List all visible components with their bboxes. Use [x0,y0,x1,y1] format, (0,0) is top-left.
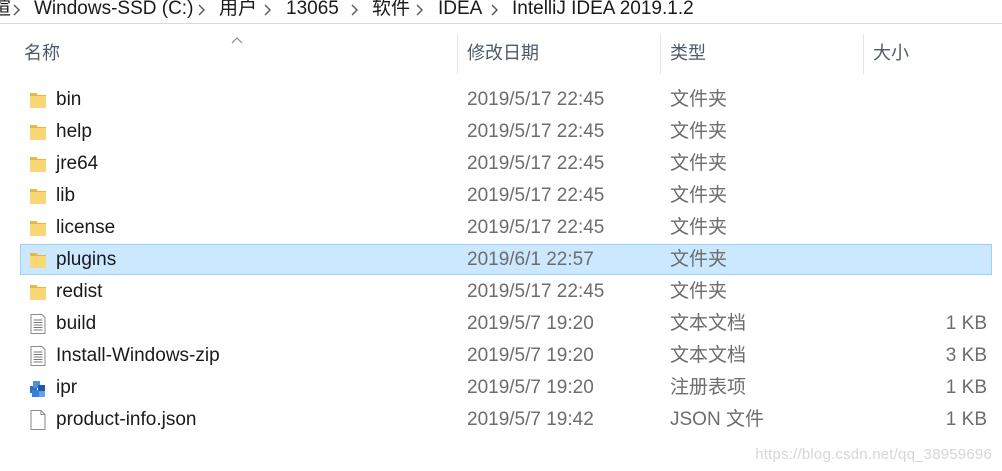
sort-ascending-icon [230,32,244,44]
column-divider[interactable] [457,34,458,74]
file-row[interactable]: product-info.json 2019/5/7 19:42 JSON 文件 1 … [0,404,1002,436]
breadcrumb-item-idea[interactable]: IDEA [438,0,482,20]
file-name: redist [56,281,103,302]
file-modified-date: 2019/5/17 22:45 [467,281,605,302]
file-size: 1 KB [945,313,987,334]
file-modified-date: 2019/5/17 22:45 [467,217,605,238]
file-name: help [56,121,92,142]
breadcrumb-item-software[interactable]: 软件 [372,0,410,20]
registry-file-icon [27,377,49,399]
file-type: 文本文档 [670,313,747,334]
file-name: lib [56,185,76,206]
column-header-size[interactable]: 大小 [873,42,909,64]
column-divider[interactable] [660,34,661,74]
file-type: 文件夹 [670,281,728,302]
text-document-icon [27,313,49,335]
file-modified-date: 2019/5/17 22:45 [467,153,605,174]
file-modified-date: 2019/5/17 22:45 [467,185,605,206]
chevron-right-icon[interactable] [11,2,23,18]
watermark-text: https://blog.csdn.net/qq_38959696 [755,446,992,463]
file-type: 注册表项 [670,377,747,398]
folder-icon [27,121,49,143]
chevron-right-icon[interactable] [262,2,274,18]
file-size: 1 KB [945,377,987,398]
address-bar-breadcrumb: 瑄 Windows-SSD (C:) 用户 13065 软件 IDEA Inte… [0,0,1002,24]
file-type: 文件夹 [670,217,728,238]
file-row[interactable]: help 2019/5/17 22:45 文件夹 [0,116,1002,148]
file-row[interactable]: jre64 2019/5/17 22:45 文件夹 [0,148,1002,180]
folder-icon [27,217,49,239]
file-name: bin [56,89,82,110]
breadcrumb-item-users[interactable]: 用户 [219,0,257,20]
breadcrumb-item-current[interactable]: IntelliJ IDEA 2019.1.2 [512,0,694,20]
file-row[interactable]: ipr 2019/5/7 19:20 注册表项 1 KB [0,372,1002,404]
file-modified-date: 2019/5/7 19:20 [467,313,594,334]
folder-icon [27,153,49,175]
breadcrumb-item-drive[interactable]: Windows-SSD (C:) [34,0,193,20]
file-type: JSON 文件 [670,409,764,430]
file-type: 文件夹 [670,89,728,110]
column-header-name[interactable]: 名称 [24,42,60,64]
chevron-right-icon[interactable] [349,2,361,18]
blank-file-icon [27,409,49,431]
file-modified-date: 2019/5/7 19:20 [467,377,594,398]
file-type: 文本文档 [670,345,747,366]
file-row[interactable]: license 2019/5/17 22:45 文件夹 [0,212,1002,244]
file-modified-date: 2019/5/17 22:45 [467,121,605,142]
file-size: 3 KB [945,345,987,366]
column-header-type[interactable]: 类型 [670,42,706,64]
file-name: plugins [56,249,117,270]
file-modified-date: 2019/5/17 22:45 [467,89,605,110]
file-name: jre64 [56,153,99,174]
breadcrumb-item-root[interactable]: 瑄 [0,0,11,20]
file-row[interactable]: lib 2019/5/17 22:45 文件夹 [0,180,1002,212]
chevron-right-icon[interactable] [196,2,208,18]
file-name: product-info.json [56,409,197,430]
folder-icon [27,89,49,111]
file-modified-date: 2019/5/7 19:42 [467,409,594,430]
breadcrumb-item-user[interactable]: 13065 [286,0,339,20]
file-type: 文件夹 [670,185,728,206]
file-name: ipr [56,377,78,398]
folder-icon [27,249,49,271]
column-divider[interactable] [863,34,864,74]
column-header-date[interactable]: 修改日期 [467,42,539,64]
text-document-icon [27,345,49,367]
folder-icon [27,185,49,207]
file-type: 文件夹 [670,121,728,142]
file-row[interactable]: redist 2019/5/17 22:45 文件夹 [0,276,1002,308]
file-name: license [56,217,116,238]
file-row[interactable]: plugins 2019/6/1 22:57 文件夹 [0,244,1002,276]
file-type: 文件夹 [670,153,728,174]
file-row[interactable]: Install-Windows-zip 2019/5/7 19:20 文本文档 3 K… [0,340,1002,372]
file-modified-date: 2019/6/1 22:57 [467,249,594,270]
chevron-right-icon[interactable] [414,2,426,18]
folder-icon [27,281,49,303]
file-name: Install-Windows-zip [56,345,220,366]
file-row[interactable]: build 2019/5/7 19:20 文本文档 1 KB [0,308,1002,340]
column-header-row: 名称 修改日期 类型 大小 [0,24,1002,74]
file-row[interactable]: bin 2019/5/17 22:45 文件夹 [0,84,1002,116]
file-type: 文件夹 [670,249,728,270]
chevron-right-icon[interactable] [489,2,501,18]
file-size: 1 KB [945,409,987,430]
file-modified-date: 2019/5/7 19:20 [467,345,594,366]
file-name: build [56,313,97,334]
